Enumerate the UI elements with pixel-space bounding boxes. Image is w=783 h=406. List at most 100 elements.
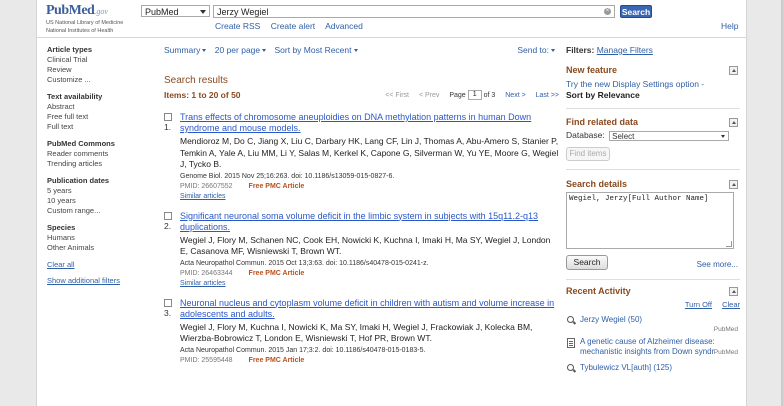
recent-item-source: PubMed [713, 325, 738, 333]
show-additional-filters-link[interactable]: Show additional filters [47, 276, 147, 285]
right-column: Filters: Manage Filters New feature Try … [566, 45, 740, 373]
send-to-dropdown[interactable]: Send to: [517, 45, 555, 55]
filters-label: Filters: [566, 45, 595, 55]
filter-review[interactable]: Review [47, 65, 147, 75]
items-count: Items: 1 to 20 of 50 [164, 90, 241, 100]
recent-activity-controls: Turn Off Clear [566, 300, 740, 309]
sort-dropdown[interactable]: Sort by Most Recent [275, 45, 358, 55]
format-dropdown[interactable]: Summary [164, 45, 207, 55]
result-title-link[interactable]: Neuronal nucleus and cytoplasm volume de… [180, 298, 559, 320]
resize-grip-icon[interactable] [726, 240, 732, 247]
collapse-toggle-icon[interactable] [729, 179, 738, 189]
clear-search-icon[interactable]: × [604, 8, 611, 15]
facet-pubmed-commons: PubMed Commons Reader comments Trending … [47, 139, 147, 169]
facet-text-availability: Text availability Abstract Free full tex… [47, 92, 147, 132]
free-pmc-link[interactable]: Free PMC Article [249, 270, 305, 277]
search-details-portlet: Search details Wegiel, Jerzy[Full Author… [566, 179, 740, 280]
recent-item-text: Tybulewicz VL[auth] (125) [580, 362, 673, 372]
per-page-dropdown[interactable]: 20 per page [215, 45, 267, 55]
collapse-toggle-icon[interactable] [729, 118, 738, 127]
result-checkbox[interactable] [164, 211, 172, 220]
header-links: Create RSS Create alert Advanced [215, 21, 371, 31]
results-main: Summary 20 per page Sort by Most Recent … [164, 45, 559, 366]
related-database-value: Select [612, 131, 635, 141]
similar-articles-link[interactable]: Similar articles [180, 192, 559, 201]
sort-label: Sort by Most Recent [274, 45, 352, 55]
new-feature-text: Try the new Display Settings option - [566, 79, 705, 89]
logo-brand: PubMed [46, 3, 95, 18]
result-checkbox[interactable] [164, 113, 172, 121]
search-details-search-button[interactable]: Search [566, 254, 608, 270]
turn-off-link[interactable]: Turn Off [685, 300, 712, 309]
new-feature-portlet: New feature Try the new Display Settings… [566, 65, 740, 109]
caret-down-icon [202, 49, 207, 53]
find-items-button[interactable]: Find items [566, 146, 610, 161]
recent-item-text: Jerzy Wegiel (50) [580, 314, 643, 324]
filter-full-text[interactable]: Full text [47, 122, 147, 132]
filter-10-years[interactable]: 10 years [47, 196, 147, 206]
manage-filters-link[interactable]: Manage Filters [597, 45, 653, 55]
facet-title: Publication dates [47, 176, 110, 185]
filter-free-full-text[interactable]: Free full text [47, 112, 147, 122]
see-more-link[interactable]: See more... [697, 260, 738, 269]
caret-down-icon [262, 49, 267, 53]
related-database-select[interactable]: Select [609, 130, 730, 141]
facet-title: Text availability [47, 92, 103, 101]
result-authors: Mendioroz M, Do C, Jiang X, Liu C, Darba… [180, 136, 559, 169]
database-select[interactable]: PubMed [141, 5, 210, 17]
magnifier-icon [567, 315, 574, 323]
results-count-row: Items: 1 to 20 of 50 << First < Prev Pag… [164, 90, 559, 102]
filter-reader-comments[interactable]: Reader comments [47, 149, 147, 159]
create-alert-link[interactable]: Create alert [271, 21, 315, 31]
facet-article-types: Article types Clinical Trial Review Cust… [47, 45, 147, 85]
last-page-link[interactable]: Last >> [536, 92, 559, 99]
first-page-link[interactable]: << First [385, 92, 409, 99]
free-pmc-link[interactable]: Free PMC Article [249, 357, 305, 364]
display-toolbar: Summary 20 per page Sort by Most Recent … [164, 45, 559, 57]
filter-abstract[interactable]: Abstract [47, 102, 147, 112]
result-checkbox[interactable] [164, 298, 172, 307]
database-select-value: PubMed [145, 7, 179, 17]
filter-clinical-trial[interactable]: Clinical Trial [47, 55, 147, 65]
filter-other-animals[interactable]: Other Animals [47, 243, 147, 253]
result-item: 3. Neuronal nucleus and cytoplasm volume… [164, 298, 559, 366]
database-label: Database: [566, 130, 605, 140]
search-details-textarea[interactable]: Wegiel, Jerzy[Full Author Name] [566, 191, 734, 249]
result-journal: Genome Biol. 2015 Nov 25;16:263. doi: 10… [180, 172, 395, 180]
clear-link[interactable]: Clear [722, 300, 740, 309]
pubmed-logo[interactable]: PubMed.gov US National Library of Medici… [46, 3, 123, 35]
search-input[interactable]: Jerzy Wegiel × [213, 5, 615, 18]
result-title-link[interactable]: Trans effects of chromosome aneuploidies… [180, 112, 559, 134]
help-link[interactable]: Help [721, 21, 738, 31]
filter-custom-range[interactable]: Custom range... [47, 206, 147, 216]
similar-articles-link[interactable]: Similar articles [180, 279, 559, 288]
next-page-link[interactable]: Next > [505, 92, 525, 99]
collapse-toggle-icon[interactable] [729, 66, 738, 75]
clear-all-link[interactable]: Clear all [47, 260, 147, 269]
result-title-link[interactable]: Significant neuronal soma volume deficit… [180, 211, 559, 233]
result-pmid-row: PMID: 25595448 Free PMC Article [180, 356, 559, 366]
result-pmid: PMID: 26607552 [180, 182, 233, 190]
advanced-link[interactable]: Advanced [325, 21, 363, 31]
filter-5-years[interactable]: 5 years [47, 186, 147, 196]
free-pmc-link[interactable]: Free PMC Article [249, 183, 305, 190]
chevron-down-icon [200, 10, 206, 14]
filter-humans[interactable]: Humans [47, 233, 147, 243]
filter-trending-articles[interactable]: Trending articles [47, 159, 147, 169]
caret-down-icon [551, 49, 555, 53]
page-number-input[interactable]: 1 [467, 90, 482, 100]
recent-item[interactable]: Jerzy Wegiel (50) PubMed [566, 314, 740, 333]
new-feature-link[interactable]: Try the new Display Settings option - So… [566, 79, 740, 100]
create-rss-link[interactable]: Create RSS [215, 21, 260, 31]
collapse-toggle-icon[interactable] [729, 286, 738, 296]
magnifier-icon [567, 363, 574, 371]
recent-item[interactable]: Tybulewicz VL[auth] (125) [566, 363, 740, 373]
chevron-down-icon [721, 134, 726, 138]
recent-item-text: A genetic cause of Alzheimer disease: me… [580, 336, 715, 356]
find-related-data-portlet: Find related data Database: Select Find … [566, 117, 740, 170]
search-button[interactable]: Search [620, 5, 652, 18]
recent-activity-portlet: Recent Activity Turn Off Clear Jerzy Weg… [566, 286, 740, 373]
filter-customize[interactable]: Customize ... [47, 75, 147, 85]
recent-item[interactable]: A genetic cause of Alzheimer disease: me… [566, 337, 740, 357]
prev-page-link[interactable]: < Prev [419, 92, 439, 99]
